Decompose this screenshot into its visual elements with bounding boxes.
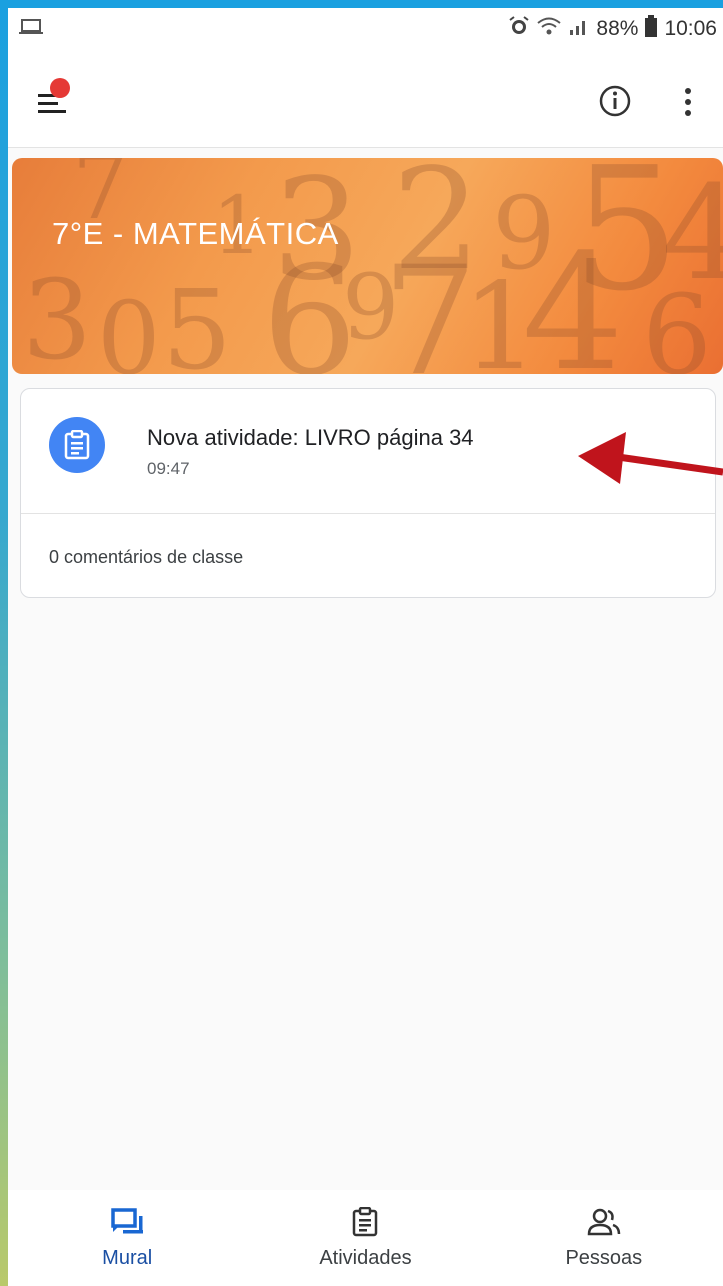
battery-icon bbox=[644, 15, 658, 43]
wifi-icon bbox=[536, 15, 562, 43]
phone-screen: 88% 10:06 3 0 5 6 7 1 4 6 7 1 3 2 9 5 4 … bbox=[8, 8, 723, 1286]
battery-percentage: 88% bbox=[596, 17, 639, 40]
svg-text:9: 9 bbox=[342, 255, 399, 360]
app-bar bbox=[8, 50, 723, 148]
svg-text:3: 3 bbox=[22, 256, 92, 374]
stream-icon bbox=[111, 1207, 144, 1233]
laptop-icon bbox=[18, 17, 44, 42]
svg-text:4: 4 bbox=[662, 158, 723, 309]
people-icon bbox=[587, 1208, 621, 1235]
post-time: 09:47 bbox=[147, 459, 190, 478]
assignment-icon bbox=[64, 430, 90, 460]
class-banner: 3 0 5 6 7 1 4 6 7 1 3 2 9 5 4 9 7°E - MA… bbox=[12, 158, 723, 374]
nav-tab-atividades[interactable]: Atividades bbox=[246, 1190, 484, 1286]
class-title[interactable]: 7°E - MATEMÁTICA bbox=[52, 216, 339, 252]
assignment-icon bbox=[353, 1206, 378, 1236]
nav-tab-mural[interactable]: Mural bbox=[8, 1190, 246, 1286]
more-vert-icon bbox=[685, 88, 691, 116]
svg-text:5: 5 bbox=[162, 266, 232, 374]
more-options-button[interactable] bbox=[678, 84, 698, 120]
info-button[interactable] bbox=[598, 84, 632, 118]
status-bar: 88% 10:06 bbox=[8, 8, 723, 50]
nav-label-atividades: Atividades bbox=[319, 1246, 412, 1269]
menu-button[interactable] bbox=[38, 78, 74, 118]
alarm-icon bbox=[508, 15, 530, 43]
post-title[interactable]: Nova atividade: LIVRO página 34 bbox=[147, 425, 474, 451]
clock: 10:06 bbox=[664, 17, 717, 40]
info-icon bbox=[599, 85, 631, 117]
nav-tab-pessoas[interactable]: Pessoas bbox=[485, 1190, 723, 1286]
svg-text:2: 2 bbox=[392, 158, 481, 302]
notification-dot bbox=[50, 78, 70, 98]
svg-text:0: 0 bbox=[97, 280, 161, 374]
bottom-navigation: Mural Atividades Pessoas bbox=[8, 1190, 723, 1286]
card-divider bbox=[21, 513, 715, 514]
nav-label-pessoas: Pessoas bbox=[565, 1246, 643, 1269]
assignment-icon-badge bbox=[49, 417, 105, 473]
annotation-arrow bbox=[578, 432, 723, 484]
class-comments-link[interactable]: 0 comentários de classe bbox=[49, 547, 243, 568]
banner-numbers-pattern: 3 0 5 6 7 1 4 6 7 1 3 2 9 5 4 9 bbox=[22, 158, 723, 374]
svg-text:9: 9 bbox=[492, 175, 556, 292]
screenshot-frame: 88% 10:06 3 0 5 6 7 1 4 6 7 1 3 2 9 5 4 … bbox=[0, 0, 723, 1286]
nav-label-mural: Mural bbox=[102, 1246, 153, 1269]
signal-icon bbox=[568, 16, 590, 42]
